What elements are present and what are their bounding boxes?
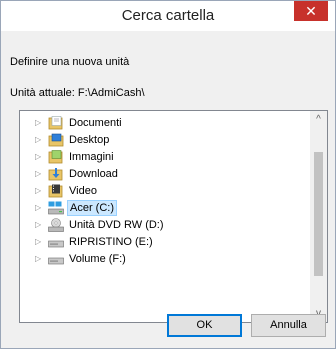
- tree-item-label: Download: [69, 168, 118, 180]
- tree-item-ripristino-e[interactable]: ▷ RIPRISTINO (E:): [20, 234, 306, 251]
- tree-item-volume-f[interactable]: ▷ Volume (F:): [20, 251, 306, 268]
- expand-arrow-icon[interactable]: ▷: [35, 169, 43, 179]
- tree-item-acer-c[interactable]: ▷ Acer (C:): [20, 200, 306, 217]
- tree-item-label: Acer (C:): [67, 200, 117, 216]
- system-drive-icon: [48, 201, 64, 215]
- documents-folder-icon: [48, 116, 63, 130]
- title-bar[interactable]: Cerca cartella ✕: [1, 1, 335, 31]
- tree-item-desktop[interactable]: ▷ Desktop: [20, 132, 306, 149]
- tree-item-label: Immagini: [69, 151, 114, 163]
- expand-arrow-icon[interactable]: ▷: [35, 135, 43, 145]
- current-drive-label: Unità attuale: F:\AdmiCash\: [10, 87, 145, 99]
- vertical-scrollbar[interactable]: ^ v: [310, 111, 327, 322]
- expand-arrow-icon[interactable]: ▷: [35, 237, 43, 247]
- ok-button[interactable]: OK: [167, 314, 242, 337]
- instruction-text: Definire una nuova unità: [10, 56, 130, 68]
- expand-arrow-icon[interactable]: ▷: [35, 254, 43, 264]
- hard-drive-icon: [48, 240, 64, 248]
- dialog-body: Definire una nuova unità Unità attuale: …: [1, 31, 335, 348]
- dvd-drive-icon: [48, 218, 64, 232]
- downloads-folder-icon: [48, 168, 63, 181]
- tree-item-label: Video: [69, 185, 97, 197]
- tree-item-label: Documenti: [69, 117, 122, 129]
- tree-item-immagini[interactable]: ▷ Immagini: [20, 149, 306, 166]
- tree-item-download[interactable]: ▷ Download: [20, 166, 306, 183]
- close-button[interactable]: ✕: [294, 1, 328, 21]
- tree-item-documenti[interactable]: ▷ Documenti: [20, 115, 306, 132]
- tree-item-video[interactable]: ▷ Video: [20, 183, 306, 200]
- scroll-up-arrow-icon[interactable]: ^: [310, 111, 327, 128]
- tree-item-label: Desktop: [69, 134, 110, 146]
- window-title: Cerca cartella: [121, 7, 215, 24]
- expand-arrow-icon[interactable]: ▷: [35, 118, 43, 128]
- desktop-folder-icon: [48, 133, 64, 147]
- tree-item-label: Unità DVD RW (D:): [69, 219, 164, 231]
- tree-item-dvd-d[interactable]: ▷ Unità DVD RW (D:): [20, 217, 306, 234]
- tree-item-label: RIPRISTINO (E:): [69, 236, 153, 248]
- expand-arrow-icon[interactable]: ▷: [35, 186, 43, 196]
- pictures-folder-icon: [48, 150, 63, 164]
- cancel-button[interactable]: Annulla: [251, 314, 326, 337]
- folder-tree[interactable]: ▷ Documenti ▷ Desktop ▷ Immagini ▷ Downl…: [19, 110, 328, 323]
- browse-folder-dialog: Cerca cartella ✕ Definire una nuova unit…: [0, 0, 336, 349]
- expand-arrow-icon[interactable]: ▷: [35, 203, 43, 213]
- expand-arrow-icon[interactable]: ▷: [35, 220, 43, 230]
- expand-arrow-icon[interactable]: ▷: [35, 152, 43, 162]
- tree-item-label: Volume (F:): [69, 253, 126, 265]
- hard-drive-icon: [48, 257, 64, 265]
- videos-folder-icon: [48, 184, 63, 198]
- scrollbar-thumb[interactable]: [314, 152, 323, 276]
